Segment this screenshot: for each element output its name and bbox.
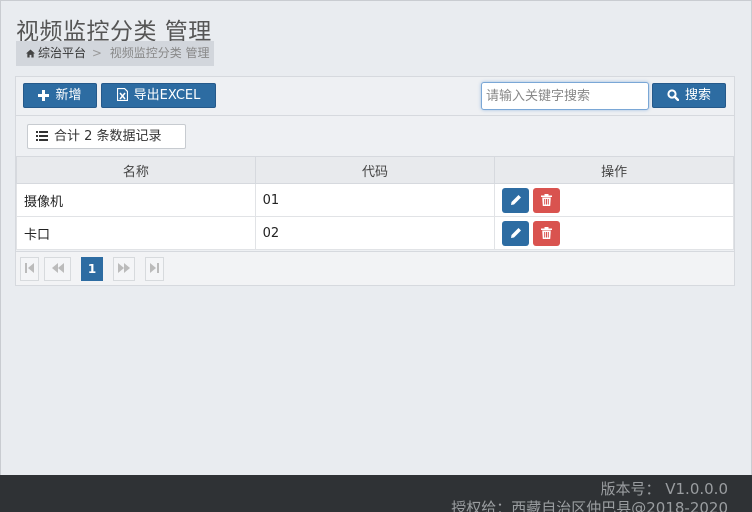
footer: 版本号： V1.0.0.0 授权给：西藏自治区仲巴县@2018-2020 [0,475,752,512]
search-button[interactable]: 搜索 [652,83,726,108]
plus-icon [38,90,50,101]
search-icon [667,89,680,102]
cell-name: 摄像机 [16,183,256,217]
last-page-icon [150,263,159,273]
main-panel: 新增 导出EXCEL 搜索 合计 2 条数据记录 名称 代码 操作 摄像机 01 [15,76,735,286]
version-text: 版本号： V1.0.0.0 [600,480,728,498]
pencil-icon [510,195,521,205]
first-page-button[interactable] [20,257,39,281]
trash-icon [541,227,553,239]
cell-code: 01 [254,183,496,217]
cell-name: 卡口 [16,216,256,250]
table-row[interactable]: 摄像机 01 [16,183,734,217]
cell-actions [494,183,734,217]
next-page-icon [118,263,130,273]
edit-button[interactable] [502,187,530,213]
list-icon [36,131,48,141]
record-count-badge: 合计 2 条数据记录 [27,124,186,149]
delete-button[interactable] [533,220,561,246]
toolbar-divider [16,115,734,116]
cell-code: 02 [254,216,496,250]
cell-actions [494,216,734,250]
column-header-actions: 操作 [494,156,734,184]
table-header-row: 名称 代码 操作 [16,156,734,184]
page-number-button[interactable]: 1 [81,257,103,281]
column-header-name[interactable]: 名称 [16,156,256,184]
column-header-code[interactable]: 代码 [254,156,496,184]
last-page-button[interactable] [145,257,164,281]
search-button-label: 搜索 [684,88,711,103]
excel-icon [116,87,128,102]
add-button-label: 新增 [55,88,82,103]
table-row[interactable]: 卡口 02 [16,216,734,250]
edit-button[interactable] [502,220,530,246]
breadcrumb-home-link[interactable]: 综治平台 [38,46,86,60]
toolbar: 新增 导出EXCEL 搜索 [16,77,734,115]
delete-button[interactable] [533,187,561,213]
copyright-text: 授权给：西藏自治区仲巴县@2018-2020 [451,499,728,512]
export-excel-button[interactable]: 导出EXCEL [101,83,216,108]
next-page-button[interactable] [113,257,135,281]
record-count-text: 合计 2 条数据记录 [54,129,162,144]
breadcrumb-separator: > [91,46,102,60]
search-input[interactable] [481,82,649,110]
prev-page-button[interactable] [44,257,71,281]
first-page-icon [25,263,34,273]
breadcrumb: 综治平台 > 视频监控分类 管理 [16,41,214,66]
export-button-label: 导出EXCEL [133,88,201,103]
data-table: 名称 代码 操作 摄像机 01 卡口 02 [16,156,734,250]
home-icon [26,49,35,58]
pagination: 1 [16,251,734,285]
trash-icon [541,194,553,206]
pencil-icon [510,228,521,238]
breadcrumb-current: 视频监控分类 管理 [109,46,210,60]
prev-page-icon [51,263,64,273]
add-button[interactable]: 新增 [23,83,97,108]
